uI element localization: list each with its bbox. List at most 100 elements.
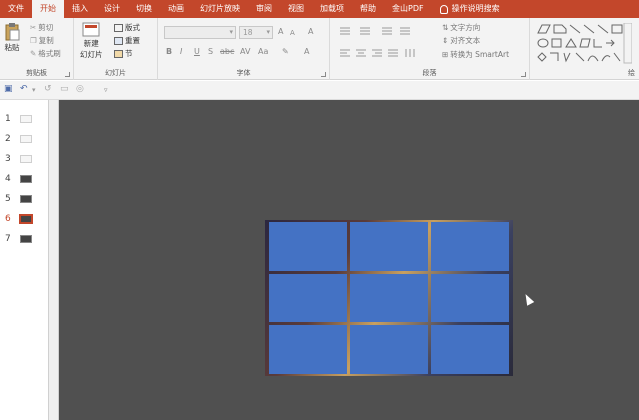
tell-me-label: 操作说明搜索 (451, 4, 500, 13)
highlight-icon[interactable]: ✎ (282, 47, 289, 56)
slide-thumbnails-pane: 1 2 3 4 5 6 7 (0, 100, 49, 420)
drawing-group-label: 绘 (628, 69, 635, 77)
tell-me-search[interactable]: 操作说明搜索 (432, 0, 508, 18)
copy-icon: ❐ (30, 36, 37, 45)
section-icon (114, 49, 123, 58)
slide-editing-canvas[interactable] (59, 100, 639, 420)
layout-icon (114, 23, 123, 32)
new-slide-icon (82, 22, 100, 37)
tab-slideshow[interactable]: 幻灯片放映 (192, 0, 248, 18)
redo-icon[interactable]: ↺ (44, 84, 52, 94)
slide-thumbnail[interactable]: 5 (0, 190, 49, 210)
clipboard-launcher[interactable] (65, 72, 70, 77)
reset-icon (114, 36, 123, 45)
grid-cell-shape[interactable] (350, 325, 428, 374)
shadow-button[interactable]: S (208, 47, 213, 56)
section-button[interactable]: 节 (114, 48, 133, 59)
undo-dropdown-icon[interactable]: ▾ (32, 86, 36, 94)
grid-cell-shape[interactable] (431, 222, 509, 271)
list-buttons-icon (340, 27, 410, 35)
reset-button[interactable]: 重置 (114, 35, 140, 46)
slide-thumbnail-current[interactable]: 6 (0, 210, 49, 230)
slides-group-label: 幻灯片 (105, 69, 126, 77)
touch-mode-icon[interactable]: ◎ (76, 84, 84, 94)
shrink-font-button[interactable]: A (290, 29, 295, 37)
clipboard-group-label: 剪贴板 (26, 69, 47, 77)
clear-formatting-button[interactable]: A (308, 27, 313, 36)
tab-addins[interactable]: 加载项 (312, 0, 352, 18)
paragraph-group: ⇅ 文字方向 ⇕ 对齐文本 ⊞ 转换为 SmartArt 段落 (330, 18, 530, 80)
tab-review[interactable]: 审阅 (248, 0, 280, 18)
scissors-icon: ✂ (30, 23, 37, 32)
slide-thumbnail-image (20, 135, 32, 143)
font-launcher[interactable] (321, 72, 326, 77)
grid-cell-shape[interactable] (269, 325, 347, 374)
text-direction-icon: ⇅ (442, 23, 449, 32)
slide-thumbnail-image (20, 155, 32, 163)
shapes-gallery[interactable] (536, 23, 632, 65)
tab-design[interactable]: 设计 (96, 0, 128, 18)
slide-thumbnail[interactable]: 3 (0, 150, 49, 170)
ribbon-tab-bar: 文件 开始 插入 设计 切换 动画 幻灯片放映 审阅 视图 加载项 帮助 金山P… (0, 0, 639, 18)
tab-view[interactable]: 视图 (280, 0, 312, 18)
grid-cell-shape[interactable] (350, 273, 428, 323)
italic-button[interactable]: I (180, 47, 182, 56)
font-size-dropdown[interactable]: 18 (239, 26, 273, 39)
grid-cell-shape[interactable] (431, 273, 509, 323)
strikethrough-button[interactable]: abc (220, 47, 234, 56)
slide-thumbnail-image (20, 235, 32, 243)
slide-thumbnail-image (19, 214, 33, 224)
align-text-icon: ⇕ (442, 36, 449, 45)
paste-button[interactable]: 粘贴 (4, 22, 20, 53)
grid-cell-shape[interactable] (431, 325, 509, 374)
grid-cell-shape[interactable] (350, 222, 428, 271)
align-text-button[interactable]: ⇕ 对齐文本 (442, 35, 480, 46)
paragraph-launcher[interactable] (521, 72, 526, 77)
change-case-button[interactable]: Aa (258, 47, 268, 56)
smartart-button[interactable]: ⊞ 转换为 SmartArt (442, 49, 509, 60)
cut-button[interactable]: ✂ 剪切 (30, 22, 53, 33)
text-direction-button[interactable]: ⇅ 文字方向 (442, 22, 480, 33)
lightbulb-icon (439, 4, 448, 14)
paragraph-group-label: 段落 (422, 69, 437, 77)
save-icon[interactable]: ▣ (4, 84, 13, 94)
grow-font-button[interactable]: A (278, 27, 283, 36)
layout-button[interactable]: 版式 (114, 22, 140, 33)
tab-help[interactable]: 帮助 (352, 0, 384, 18)
slide-thumbnail[interactable]: 2 (0, 130, 49, 150)
slide-thumbnail-image (20, 195, 32, 203)
font-group-label: 字体 (236, 69, 251, 77)
quick-access-toolbar: ▣ ↶ ▾ ↺ ▭ ◎ ▿ (0, 81, 639, 100)
grid-cell-shape[interactable] (269, 222, 347, 271)
pane-splitter[interactable] (49, 100, 59, 420)
font-name-dropdown[interactable] (164, 26, 236, 39)
slide-thumbnail[interactable]: 1 (0, 110, 49, 130)
brush-icon: ✎ (30, 49, 37, 58)
slide-thumbnail[interactable]: 7 (0, 230, 49, 250)
paste-icon (5, 23, 20, 41)
underline-button[interactable]: U (194, 47, 200, 56)
tab-file[interactable]: 文件 (0, 0, 32, 18)
drawing-group: 绘 (530, 18, 639, 80)
tab-insert[interactable]: 插入 (64, 0, 96, 18)
tab-animations[interactable]: 动画 (160, 0, 192, 18)
undo-icon[interactable]: ↶ (20, 84, 28, 94)
bold-button[interactable]: B (166, 47, 172, 56)
slide-thumbnail[interactable]: 4 (0, 170, 49, 190)
slide-thumbnail-image (20, 175, 32, 183)
char-spacing-button[interactable]: AV (240, 47, 250, 56)
format-painter-button[interactable]: ✎ 格式刷 (30, 48, 61, 59)
font-color-button[interactable]: A (304, 47, 309, 56)
clipboard-group: 粘贴 ✂ 剪切 ❐ 复制 ✎ 格式刷 剪贴板 (0, 18, 74, 80)
grid-cell-shape[interactable] (269, 273, 347, 323)
new-slide-button[interactable]: 新建 幻灯片 (80, 22, 103, 60)
tab-home[interactable]: 开始 (32, 0, 64, 18)
start-slideshow-icon[interactable]: ▭ (60, 84, 69, 94)
copy-button[interactable]: ❐ 复制 (30, 35, 54, 46)
current-slide[interactable] (265, 220, 513, 376)
tab-wps-pdf[interactable]: 金山PDF (384, 0, 432, 18)
tab-transitions[interactable]: 切换 (128, 0, 160, 18)
customize-qat-icon[interactable]: ▿ (104, 86, 108, 94)
font-group: 18 A A A B I U S abc AV Aa ✎ A 字体 (158, 18, 330, 80)
slides-group: 新建 幻灯片 版式 重置 节 幻灯片 (74, 18, 158, 80)
